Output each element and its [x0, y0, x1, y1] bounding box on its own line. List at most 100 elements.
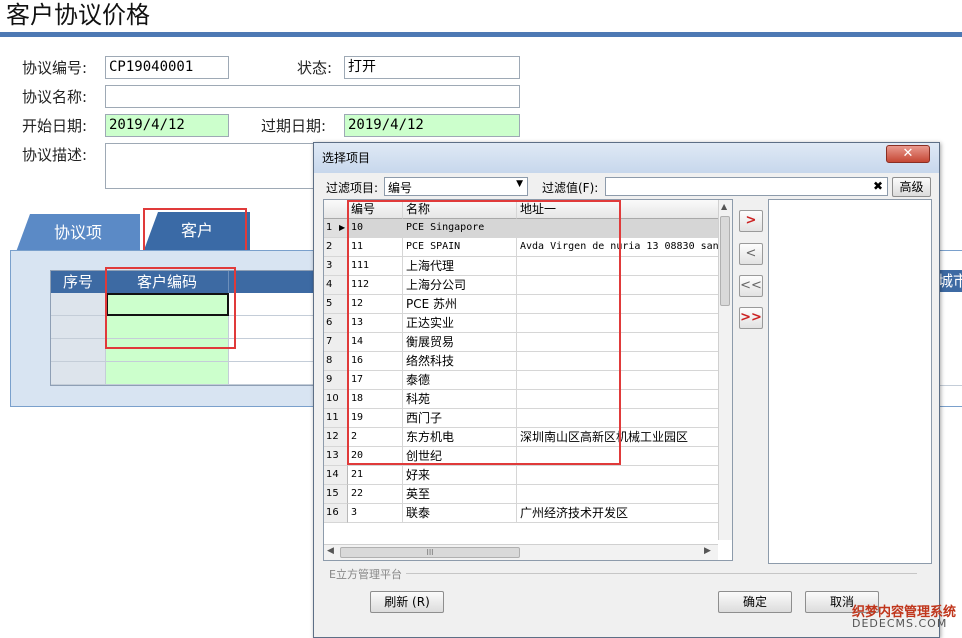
item-address	[517, 352, 719, 371]
item-address	[517, 447, 719, 466]
item-address	[517, 314, 719, 333]
item-name: 英至	[403, 485, 517, 504]
row-number: 11	[324, 409, 348, 428]
list-item[interactable]: 1 10 PCE Singapore ▶	[324, 219, 719, 238]
item-name: PCE 苏州	[403, 295, 517, 314]
move-left-button[interactable]: <	[739, 243, 763, 265]
list-item[interactable]: 15 22 英至	[324, 485, 719, 504]
list-header-name[interactable]: 名称	[403, 200, 517, 219]
close-icon[interactable]: ✕	[886, 145, 930, 163]
list-item[interactable]: 3 111 上海代理	[324, 257, 719, 276]
tab-agreement-items[interactable]: 协议项	[16, 214, 140, 252]
item-code: 3	[348, 504, 403, 523]
refresh-button[interactable]: 刷新 (R)	[370, 591, 444, 613]
item-name: 衡展贸易	[403, 333, 517, 352]
scroll-up-icon[interactable]: ▲	[721, 202, 727, 211]
item-address	[517, 295, 719, 314]
list-item[interactable]: 14 21 好来	[324, 466, 719, 485]
scroll-right-icon[interactable]: ▶	[704, 546, 711, 556]
list-item[interactable]: 9 17 泰德	[324, 371, 719, 390]
item-address	[517, 409, 719, 428]
list-header-code[interactable]: 编号	[348, 200, 403, 219]
item-name: 络然科技	[403, 352, 517, 371]
grid-customer-code-cell[interactable]	[106, 362, 229, 385]
row-number: 12	[324, 428, 348, 447]
move-right-button[interactable]: >	[739, 210, 763, 232]
item-address	[517, 485, 719, 504]
selected-items-list[interactable]	[768, 199, 932, 564]
scroll-left-icon[interactable]: ◀	[327, 546, 334, 556]
item-code: 14	[348, 333, 403, 352]
footer-divider	[329, 573, 917, 574]
grid-customer-code-cell[interactable]	[106, 339, 229, 362]
grid-customer-code-cell[interactable]	[106, 316, 229, 339]
item-code: 19	[348, 409, 403, 428]
grid-header-customer-code[interactable]: 客户编码	[106, 271, 229, 293]
list-item[interactable]: 2 11 PCE SPAIN Avda Virgen de nuria 13 0883…	[324, 238, 719, 257]
clear-icon[interactable]: ✖	[873, 179, 883, 193]
list-item[interactable]: 13 20 创世纪	[324, 447, 719, 466]
page-title: 客户协议价格	[6, 1, 150, 29]
list-item[interactable]: 8 16 络然科技	[324, 352, 719, 371]
item-name: 西门子	[403, 409, 517, 428]
start-date-label: 开始日期:	[22, 117, 88, 135]
grid-header-seq[interactable]: 序号	[51, 271, 106, 293]
agreement-no-field[interactable]: CP19040001	[105, 56, 229, 79]
list-item[interactable]: 11 19 西门子	[324, 409, 719, 428]
filter-item-select[interactable]: 编号 ▼	[384, 177, 528, 196]
dialog-titlebar[interactable]: 选择项目 ✕	[314, 143, 939, 173]
status-field[interactable]: 打开	[344, 56, 520, 79]
item-address	[517, 257, 719, 276]
description-field[interactable]	[105, 143, 315, 189]
row-number: 7	[324, 333, 348, 352]
agreement-no-label: 协议编号:	[22, 59, 88, 77]
item-name: PCE SPAIN	[403, 238, 517, 257]
list-item[interactable]: 6 13 正达实业	[324, 314, 719, 333]
filter-value-input[interactable]: ✖	[605, 177, 888, 196]
advanced-button[interactable]: 高级	[892, 177, 931, 197]
horizontal-scrollbar[interactable]: ◀ III ▶	[324, 544, 718, 560]
item-address	[517, 333, 719, 352]
item-code: 21	[348, 466, 403, 485]
list-item[interactable]: 7 14 衡展贸易	[324, 333, 719, 352]
expire-date-field[interactable]: 2019/4/12	[344, 114, 520, 137]
list-item[interactable]: 12 2 东方机电 深圳南山区高新区机械工业园区	[324, 428, 719, 447]
list-header-row: 编号 名称 地址一	[324, 200, 719, 219]
list-item[interactable]: 10 18 科苑	[324, 390, 719, 409]
tab-customers[interactable]: 客户	[144, 212, 250, 250]
list-item[interactable]: 16 3 联泰 广州经济技术开发区	[324, 504, 719, 523]
item-code: 12	[348, 295, 403, 314]
start-date-field[interactable]: 2019/4/12	[105, 114, 229, 137]
item-address	[517, 390, 719, 409]
item-address	[517, 466, 719, 485]
current-row-icon: ▶	[339, 223, 346, 232]
platform-label: E立方管理平台	[329, 566, 406, 582]
row-number: 5	[324, 295, 348, 314]
item-code: 17	[348, 371, 403, 390]
vertical-scrollbar[interactable]: ▲	[718, 200, 732, 540]
move-all-left-button[interactable]: <<	[739, 275, 763, 297]
item-code: 10	[348, 219, 403, 238]
item-code: 13	[348, 314, 403, 333]
item-code: 18	[348, 390, 403, 409]
description-label: 协议描述:	[22, 146, 88, 164]
item-name: 泰德	[403, 371, 517, 390]
item-name: 上海分公司	[403, 276, 517, 295]
filter-value-label: 过滤值(F):	[542, 181, 599, 195]
item-address: 深圳南山区高新区机械工业园区	[517, 428, 719, 447]
list-item[interactable]: 5 12 PCE 苏州	[324, 295, 719, 314]
agreement-name-field[interactable]	[105, 85, 520, 108]
ok-button[interactable]: 确定	[718, 591, 792, 613]
item-name: 东方机电	[403, 428, 517, 447]
list-header-address[interactable]: 地址一	[517, 200, 719, 219]
list-item[interactable]: 4 112 上海分公司	[324, 276, 719, 295]
item-code: 11	[348, 238, 403, 257]
grid-customer-code-cell-active[interactable]	[106, 293, 229, 316]
scroll-thumb[interactable]	[720, 216, 730, 306]
row-number: 3	[324, 257, 348, 276]
item-name: 上海代理	[403, 257, 517, 276]
move-all-right-button[interactable]: >>	[739, 307, 763, 329]
hscroll-thumb[interactable]: III	[340, 547, 520, 558]
chevron-down-icon: ▼	[516, 179, 523, 189]
item-code: 16	[348, 352, 403, 371]
